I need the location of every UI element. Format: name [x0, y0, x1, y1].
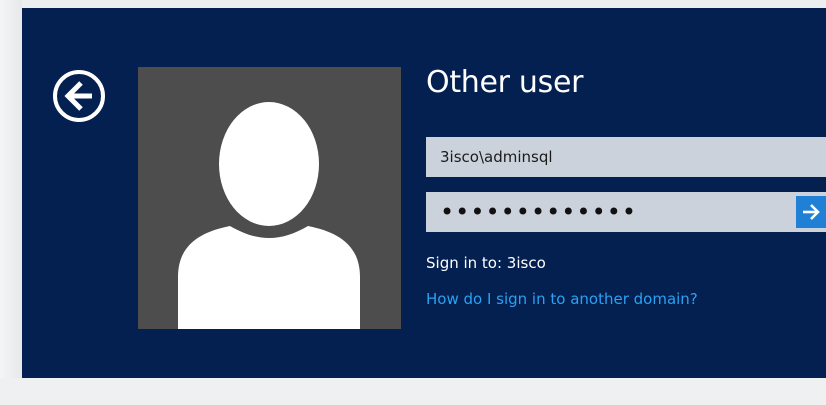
sign-in-domain-text: Sign in to: 3isco [426, 254, 546, 272]
back-button[interactable] [52, 69, 106, 123]
desktop-backdrop [0, 0, 22, 405]
password-field[interactable] [426, 192, 792, 232]
login-screen: Other user Sign in to: 3isco How do I si… [22, 8, 826, 378]
username-field[interactable] [426, 137, 826, 177]
domain-help-link[interactable]: How do I sign in to another domain? [426, 290, 698, 308]
arrow-right-icon [803, 204, 820, 220]
submit-button[interactable] [792, 192, 826, 232]
password-row [426, 192, 826, 232]
desktop-backdrop-bottom [0, 378, 826, 405]
user-title: Other user [426, 65, 584, 100]
back-arrow-icon [53, 70, 105, 122]
user-silhouette-icon [178, 102, 360, 329]
avatar [138, 67, 401, 329]
